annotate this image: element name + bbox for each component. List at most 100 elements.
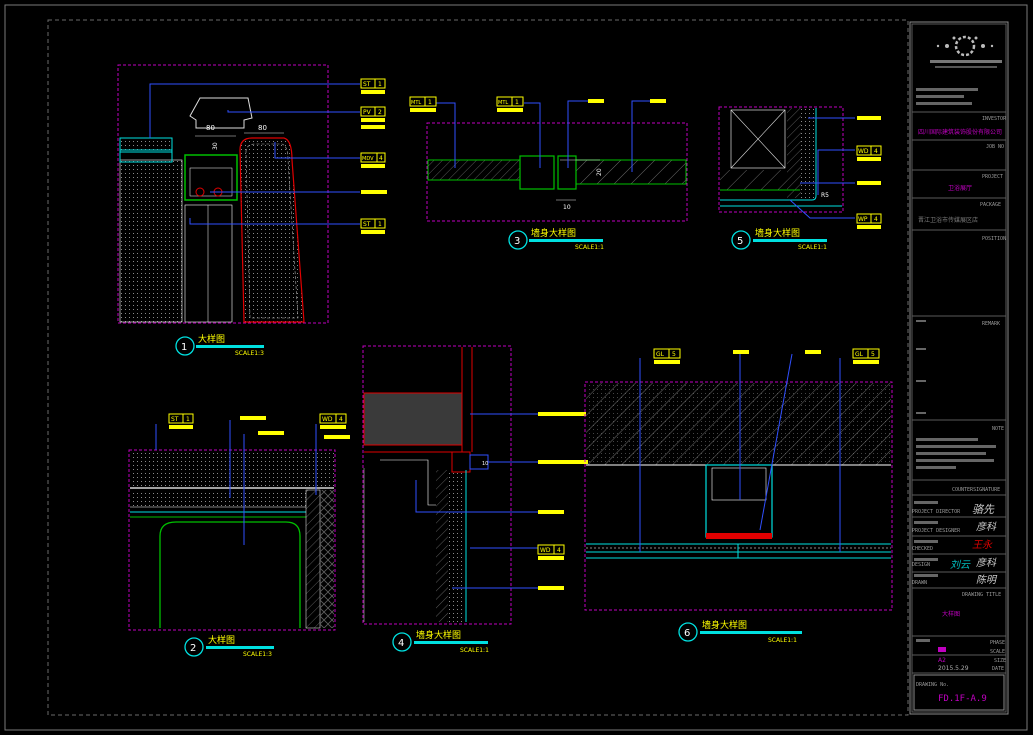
- caption-detail-4: 4 墙身大样图 SCALE1:1: [392, 629, 489, 654]
- detail-4: 10: [362, 345, 538, 625]
- svg-text:WP: WP: [858, 216, 868, 223]
- svg-text:5: 5: [672, 351, 676, 358]
- svg-text:MTL: MTL: [498, 100, 508, 106]
- svg-text:SCALE1:3: SCALE1:3: [243, 651, 272, 658]
- tag-st1-d2: ST 1: [168, 413, 194, 429]
- svg-text:墙身大样图: 墙身大样图: [755, 227, 800, 239]
- svg-text:SIZE: SIZE: [994, 658, 1006, 664]
- caption-detail-3: 3 墙身大样图 SCALE1:1: [508, 227, 604, 251]
- detail-1-profile: [189, 97, 253, 129]
- svg-text:大样图: 大样图: [208, 634, 235, 646]
- svg-text:1: 1: [378, 81, 382, 88]
- detail-1-channel: [184, 154, 238, 201]
- svg-text:3: 3: [514, 236, 520, 247]
- sheet-border: [4, 4, 1028, 731]
- svg-text:WD: WD: [322, 416, 333, 423]
- svg-text:DATE: DATE: [992, 666, 1004, 672]
- svg-text:DRAWING TITLE: DRAWING TITLE: [962, 592, 1001, 598]
- svg-text:4: 4: [398, 638, 404, 649]
- svg-text:SCALE1:1: SCALE1:1: [768, 637, 797, 644]
- detail-1-scale: SCALE1:3: [235, 350, 264, 357]
- svg-text:NOTE: NOTE: [992, 426, 1004, 432]
- svg-text:CHECKED: CHECKED: [912, 546, 933, 552]
- svg-text:DRAWN: DRAWN: [912, 580, 927, 586]
- tag-st1-d1b: ST 1: [360, 218, 386, 234]
- tag-wp4-d5: WP 4: [856, 213, 882, 229]
- svg-text:晋江卫浴市传媒展区店: 晋江卫浴市传媒展区店: [918, 216, 978, 224]
- svg-text:SCALE1:1: SCALE1:1: [575, 244, 604, 251]
- svg-text:墙身大样图: 墙身大样图: [702, 619, 747, 631]
- caption-detail-1: 1 大样图 SCALE1:3: [175, 333, 264, 357]
- tag-st1-d1: ST 1: [360, 78, 386, 94]
- svg-text:四川国际建筑装饰股份有限公司: 四川国际建筑装饰股份有限公司: [918, 128, 1002, 136]
- svg-text:SCALE1:1: SCALE1:1: [460, 647, 489, 654]
- svg-text:4: 4: [557, 547, 561, 554]
- svg-text:1: 1: [186, 416, 190, 423]
- detail-5: R5: [718, 106, 855, 219]
- title-block: INVESTOR 四川国际建筑装饰股份有限公司 JOB NO PROJECT 卫…: [909, 21, 1009, 715]
- svg-text:4: 4: [874, 216, 878, 223]
- svg-text:10: 10: [563, 204, 571, 211]
- svg-text:大样图: 大样图: [942, 610, 960, 618]
- svg-text:WD: WD: [540, 547, 551, 554]
- svg-text:王永: 王永: [972, 539, 993, 551]
- svg-text:陈明: 陈明: [976, 574, 998, 586]
- caption-detail-6: 6 墙身大样图 SCALE1:1: [678, 619, 802, 644]
- svg-text:PROJECT DIRECTOR: PROJECT DIRECTOR: [912, 509, 961, 515]
- svg-text:彦科: 彦科: [976, 521, 997, 533]
- tag-gl5-d6b: GL 5: [852, 348, 880, 364]
- svg-text:MTL: MTL: [411, 100, 421, 106]
- svg-text:20: 20: [596, 168, 603, 176]
- svg-text:WD: WD: [858, 148, 869, 155]
- svg-text:SCALE1:1: SCALE1:1: [798, 244, 827, 251]
- svg-text:1: 1: [515, 99, 519, 106]
- caption-detail-5: 5 墙身大样图 SCALE1:1: [731, 227, 827, 251]
- svg-text:ST: ST: [363, 81, 371, 88]
- tag-mdv4-d1: MDV 4: [360, 152, 386, 168]
- svg-text:2015.5.29: 2015.5.29: [938, 665, 969, 672]
- detail-2: [128, 420, 336, 631]
- svg-text:2: 2: [190, 643, 196, 654]
- leader-label-blank: [361, 190, 387, 194]
- cad-drawing-sheet: 80 80 30 ST 1 PV 2 MDV 4 ST 1 1 大样图 SCAL…: [4, 4, 1028, 731]
- detail-1-number: 1: [181, 342, 187, 353]
- svg-text:A2: A2: [938, 657, 946, 664]
- svg-text:GL: GL: [855, 351, 864, 358]
- detail-1-leather-panel: [239, 137, 305, 323]
- svg-text:SCALE: SCALE: [990, 649, 1005, 655]
- svg-text:R5: R5: [821, 192, 829, 199]
- svg-text:MDV: MDV: [362, 156, 374, 162]
- svg-text:COUNTERSIGNATURE: COUNTERSIGNATURE: [952, 487, 1000, 493]
- svg-text:5: 5: [737, 236, 743, 247]
- svg-text:4: 4: [874, 148, 878, 155]
- tag-wd4-d5a: WD 4: [856, 145, 882, 161]
- svg-text:DRAWING No.: DRAWING No.: [916, 682, 949, 688]
- tag-mtl1-d3b: MTL 1: [496, 96, 524, 112]
- tag-mtl1-d3a: MTL 1: [409, 96, 437, 112]
- svg-text:彦科: 彦科: [976, 557, 997, 569]
- svg-text:REMARK: REMARK: [982, 321, 1000, 327]
- svg-text:墙身大样图: 墙身大样图: [531, 227, 576, 239]
- tag-wd4-d2: WD 4: [319, 413, 350, 439]
- svg-text:刘云: 刘云: [950, 559, 971, 571]
- svg-text:PACKAGE: PACKAGE: [980, 202, 1001, 208]
- detail-1: 80 80 30: [117, 64, 360, 324]
- svg-text:1: 1: [428, 99, 432, 106]
- svg-text:ST: ST: [171, 416, 179, 423]
- svg-text:卫浴展厅: 卫浴展厅: [948, 184, 972, 192]
- svg-text:INVESTOR: INVESTOR: [982, 116, 1007, 122]
- svg-text:骆先: 骆先: [972, 503, 995, 516]
- tag-gl5-d6a: GL 5: [653, 348, 681, 364]
- svg-text:DESIGN: DESIGN: [912, 562, 930, 568]
- svg-text:PROJECT DESIGNER: PROJECT DESIGNER: [912, 528, 961, 534]
- detail-1-title: 大样图: [198, 333, 225, 345]
- tag-pv2-d1: PV 2: [360, 106, 386, 129]
- svg-text:PV: PV: [363, 109, 372, 116]
- svg-text:10: 10: [482, 461, 488, 467]
- detail-1-dim-c: 30: [212, 142, 219, 150]
- drawing-number: FD.1F-A.9: [938, 694, 987, 704]
- svg-text:PHASE: PHASE: [990, 640, 1005, 646]
- svg-text:POSITION: POSITION: [982, 236, 1006, 242]
- svg-text:1: 1: [378, 221, 382, 228]
- svg-text:6: 6: [684, 628, 690, 639]
